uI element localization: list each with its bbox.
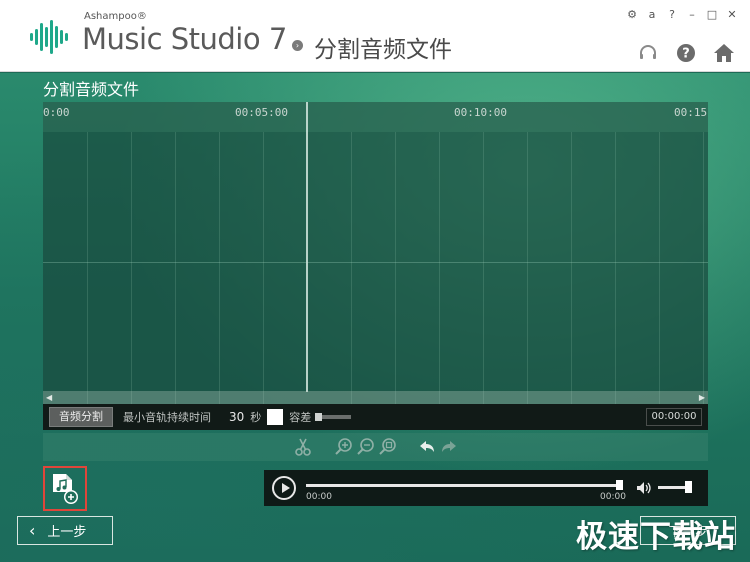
tolerance-slider-knob[interactable]: [315, 413, 323, 421]
help-button[interactable]: ?: [674, 41, 698, 65]
timeline-label: 00:15: [674, 106, 708, 119]
seek-bar[interactable]: [306, 484, 622, 487]
close-button[interactable]: ✕: [722, 6, 742, 24]
current-time: 00:00: [306, 492, 332, 502]
window-controls: ⚙ a ? – □ ✕: [622, 6, 742, 24]
volume-slider[interactable]: [658, 486, 688, 489]
seek-knob[interactable]: [616, 480, 623, 490]
chevron-left-icon: ‹: [29, 521, 36, 540]
support-button[interactable]: [636, 41, 660, 65]
settings-icon[interactable]: ⚙: [622, 6, 642, 24]
account-icon[interactable]: a: [642, 6, 662, 24]
header-icon-group: ?: [636, 41, 736, 65]
add-music-file-icon: [53, 473, 78, 504]
home-icon: [714, 44, 734, 62]
grid-line: [439, 132, 440, 404]
grid-line: [527, 132, 528, 404]
app-name: Music Studio 7: [82, 22, 287, 56]
scroll-right-icon[interactable]: ▶: [699, 391, 705, 404]
timeline-label: 0:00: [43, 106, 70, 119]
undo-icon[interactable]: [417, 437, 437, 457]
tolerance-label: 容差: [289, 411, 312, 424]
center-line: [43, 262, 708, 263]
waveform-area[interactable]: [43, 132, 708, 404]
grid-line: [659, 132, 660, 404]
duration-checkbox[interactable]: [267, 409, 284, 425]
timeline-label: 00:10:00: [454, 106, 507, 119]
back-button-label: 上一步: [47, 525, 87, 540]
svg-text:?: ?: [682, 47, 690, 62]
volume-knob[interactable]: [685, 481, 692, 493]
scissors-icon[interactable]: [293, 437, 313, 457]
volume-icon[interactable]: [636, 480, 652, 496]
grid-line: [87, 132, 88, 404]
main-content: 分割音频文件 0:00 00:05:00 00:10:00 00:15 ◀ ▶ …: [0, 73, 750, 562]
grid-line: [703, 132, 704, 404]
scroll-left-icon[interactable]: ◀: [46, 391, 52, 404]
edit-toolbar: [43, 433, 708, 461]
zoom-out-icon[interactable]: [356, 437, 376, 457]
headset-icon: [640, 45, 656, 59]
split-options-bar: 音频分割 最小音轨持续时间 30 秒 容差 00:00:00: [43, 404, 708, 430]
about-icon[interactable]: ?: [662, 6, 682, 24]
grid-line: [571, 132, 572, 404]
duration-unit: 秒: [250, 411, 262, 424]
playhead[interactable]: [306, 102, 308, 392]
duration-value[interactable]: 30: [229, 410, 244, 424]
grid-line: [351, 132, 352, 404]
grid-line: [615, 132, 616, 404]
total-time: 00:00: [600, 492, 626, 502]
grid-line: [483, 132, 484, 404]
play-icon[interactable]: [272, 476, 296, 500]
back-button[interactable]: ‹ 上一步: [17, 516, 113, 545]
redo-icon[interactable]: [439, 437, 459, 457]
min-duration-label: 最小音轨持续时间: [123, 411, 211, 424]
split-audio-button[interactable]: 音频分割: [49, 407, 113, 427]
app-header: Ashampoo® Music Studio 7 › 分割音频文件 ⚙ a ? …: [0, 0, 750, 72]
help-circle-icon: ?: [677, 44, 695, 62]
add-file-button[interactable]: [43, 466, 87, 511]
waveform-logo-icon: [30, 20, 68, 54]
tolerance-slider[interactable]: [315, 413, 352, 421]
grid-line: [175, 132, 176, 404]
time-readout: 00:00:00: [646, 408, 702, 426]
grid-line: [219, 132, 220, 404]
home-button[interactable]: [712, 41, 736, 65]
section-title: 分割音频文件: [43, 80, 140, 99]
grid-line: [131, 132, 132, 404]
audio-player: 00:00 00:00: [264, 470, 708, 506]
zoom-in-icon[interactable]: [334, 437, 354, 457]
brand-name: Ashampoo®: [84, 11, 147, 22]
timeline-label: 00:05:00: [235, 106, 288, 119]
zoom-fit-icon[interactable]: [378, 437, 398, 457]
grid-line: [395, 132, 396, 404]
breadcrumb-chevron-icon: ›: [292, 40, 303, 51]
grid-line: [263, 132, 264, 404]
timeline-ruler[interactable]: 0:00 00:05:00 00:10:00 00:15: [43, 102, 708, 132]
next-button-label: 下一步: [668, 525, 708, 540]
maximize-button[interactable]: □: [702, 6, 722, 24]
minimize-button[interactable]: –: [682, 6, 702, 24]
next-button[interactable]: 下一步: [640, 516, 736, 545]
page-title: 分割音频文件: [314, 37, 452, 63]
horizontal-scrollbar[interactable]: ◀ ▶: [43, 391, 708, 404]
